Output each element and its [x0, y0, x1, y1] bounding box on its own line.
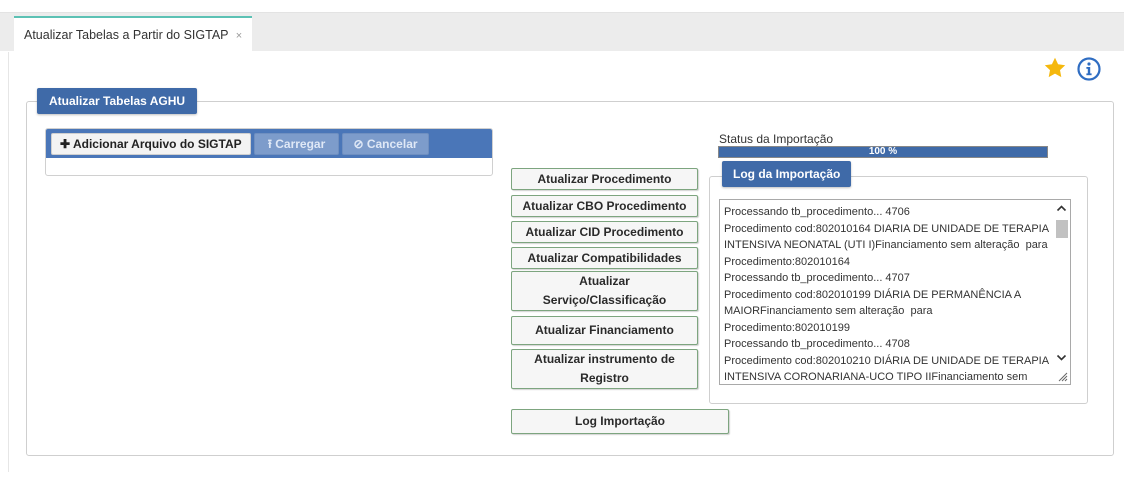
scrollbar-thumb[interactable]	[1056, 220, 1068, 238]
star-icon[interactable]	[1043, 56, 1067, 80]
import-log-textarea[interactable]: Processando tb_procedimento... 4706 Proc…	[719, 199, 1071, 385]
resize-grip-icon[interactable]	[1057, 371, 1068, 382]
load-button[interactable]: ⭱ Carregar	[254, 133, 339, 155]
info-icon[interactable]	[1076, 56, 1102, 82]
tab-atualizar-tabelas[interactable]: Atualizar Tabelas a Partir do SIGTAP ×	[14, 16, 252, 52]
update-financiamento-button[interactable]: Atualizar Financiamento	[511, 316, 698, 345]
progress-text: 100 %	[868, 146, 898, 157]
cancel-button[interactable]: ⊘ Cancelar	[342, 133, 429, 155]
file-upload: ✚ Adicionar Arquivo do SIGTAP ⭱ Carregar…	[45, 128, 493, 176]
tab-label: Atualizar Tabelas a Partir do SIGTAP	[24, 28, 229, 42]
update-cid-procedimento-button[interactable]: Atualizar CID Procedimento	[511, 221, 698, 243]
tab-close-icon[interactable]: ×	[236, 30, 242, 42]
chevron-down-icon[interactable]	[1056, 352, 1067, 363]
log-title: Log da Importação	[722, 161, 852, 187]
update-instrumento-registro-button[interactable]: Atualizar instrumento de Registro	[511, 349, 698, 389]
content-divider	[8, 52, 9, 472]
import-status-label: Status da Importação	[719, 132, 834, 146]
panel-title: Atualizar Tabelas AGHU	[37, 88, 198, 114]
import-progress-bar: 100 %	[718, 146, 1048, 158]
log-import-button[interactable]: Log Importação	[511, 409, 729, 434]
update-procedimento-button[interactable]: Atualizar Procedimento	[511, 168, 698, 190]
add-file-button[interactable]: ✚ Adicionar Arquivo do SIGTAP	[51, 133, 251, 155]
update-cbo-procedimento-button[interactable]: Atualizar CBO Procedimento	[511, 195, 698, 217]
chevron-up-icon[interactable]	[1056, 203, 1067, 214]
log-text: Processando tb_procedimento... 4706 Proc…	[724, 206, 1049, 383]
update-servico-classificacao-button[interactable]: Atualizar Serviço/Classificação	[511, 271, 698, 311]
update-compatibilidades-button[interactable]: Atualizar Compatibilidades	[511, 247, 698, 269]
upload-toolbar: ✚ Adicionar Arquivo do SIGTAP ⭱ Carregar…	[46, 129, 492, 158]
log-scrollbar[interactable]	[1053, 200, 1070, 384]
